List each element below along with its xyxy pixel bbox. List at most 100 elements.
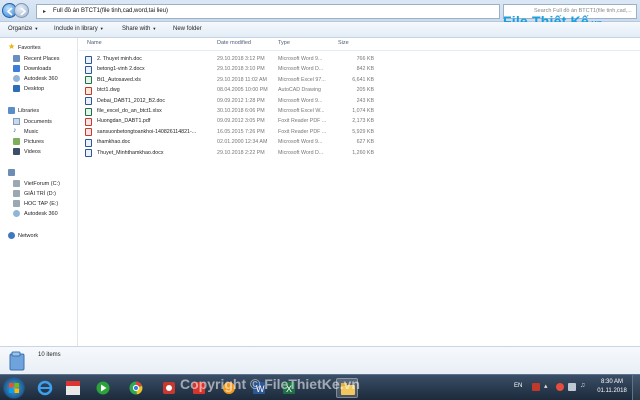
file-name: btct1.dwg bbox=[97, 87, 120, 94]
nav-item-recent-places[interactable]: Recent Places bbox=[0, 54, 78, 64]
cloud-icon bbox=[13, 210, 20, 217]
file-row[interactable]: thamkhao.doc 02.01.2000 12:34 AM Microsoft… bbox=[79, 137, 640, 147]
windows-logo-icon bbox=[9, 383, 19, 393]
file-size: 766 KB bbox=[356, 56, 374, 62]
file-name: 2. Thuyet minh.doc bbox=[97, 56, 142, 62]
nav-item-label: Videos bbox=[24, 148, 41, 155]
nav-item-autodesk-360[interactable]: Autodesk 360 bbox=[0, 74, 78, 84]
column-header-size[interactable]: Size bbox=[338, 40, 349, 46]
column-header-date[interactable]: Date modified bbox=[217, 40, 251, 46]
tray-flag-icon[interactable] bbox=[556, 383, 564, 391]
file-size: 842 KB bbox=[356, 66, 374, 73]
file-row[interactable]: Debai_DABT1_2012_B2.doc 09.09.2012 1:28 P… bbox=[79, 96, 640, 106]
forward-button[interactable] bbox=[14, 3, 29, 18]
libraries-icon bbox=[8, 107, 15, 114]
file-row[interactable]: file_excel_do_an_btct1.xlsx 30.10.2018 6:… bbox=[79, 106, 640, 116]
taskbar-app-red[interactable] bbox=[158, 378, 180, 398]
word-icon bbox=[85, 97, 92, 106]
nav-libraries-label: Libraries bbox=[18, 107, 40, 114]
file-size: 6,641 KB bbox=[352, 76, 374, 83]
file-date: 08.04.2005 10:00 PM bbox=[217, 87, 268, 94]
share-with-menu[interactable]: Share with ▼ bbox=[122, 26, 156, 32]
nav-item-label: Documents bbox=[24, 118, 52, 125]
nav-item-drive-e[interactable]: HOC TAP (E:) bbox=[0, 199, 78, 209]
chevron-right-icon: ▸ bbox=[43, 9, 47, 15]
share-with-label: Share with bbox=[122, 26, 151, 32]
file-type: Microsoft Word D... bbox=[278, 66, 324, 73]
computer-icon bbox=[8, 169, 15, 176]
nav-item-music[interactable]: ♪ Music bbox=[0, 127, 78, 137]
tray-expand-icon[interactable]: ▴ bbox=[544, 382, 552, 390]
file-row[interactable]: Huongdan_DABT1.pdf 09.09.2012 3:05 PM Foxi… bbox=[79, 116, 640, 126]
taskbar-internet-explorer[interactable] bbox=[34, 378, 56, 398]
file-date: 30.10.2018 6:06 PM bbox=[217, 108, 265, 114]
volume-icon[interactable]: ♫ bbox=[580, 382, 588, 390]
file-row[interactable]: 2. Thuyet minh.doc 29.10.2018 3:12 PM Micr… bbox=[79, 54, 640, 64]
file-name: betong1-vinh 2.docx bbox=[97, 66, 145, 73]
file-row[interactable]: btct1.dwg 08.04.2005 10:00 PM AutoCAD Draw… bbox=[79, 85, 640, 95]
pictures-icon bbox=[13, 138, 20, 145]
organize-menu[interactable]: Organize ▼ bbox=[8, 26, 38, 32]
nav-favorites[interactable]: ★ Favorites bbox=[0, 42, 78, 53]
nav-item-label: Pictures bbox=[24, 138, 44, 145]
pdf-icon bbox=[85, 117, 92, 126]
address-bar[interactable]: ▸ Full đồ án BTCT1(file tinh,cad,word,ta… bbox=[36, 4, 500, 19]
network-status-icon[interactable] bbox=[568, 383, 576, 391]
command-bar: Organize ▼ Include in library ▼ Share with… bbox=[0, 22, 640, 38]
file-date: 29.10.2018 11:02 AM bbox=[217, 76, 267, 83]
taskbar-calendar-app[interactable] bbox=[62, 378, 84, 398]
clock-date: 01.11.2018 bbox=[597, 388, 627, 394]
taskbar-media-player[interactable] bbox=[92, 378, 114, 398]
excel-icon bbox=[85, 107, 92, 116]
include-in-library-menu[interactable]: Include in library ▼ bbox=[54, 26, 104, 32]
file-date: 29.10.2018 3:10 PM bbox=[217, 66, 265, 73]
nav-item-documents[interactable]: Documents bbox=[0, 117, 78, 127]
chrome-icon bbox=[129, 381, 143, 395]
nav-computer[interactable] bbox=[0, 168, 78, 178]
nav-item-downloads[interactable]: Downloads bbox=[0, 64, 78, 74]
file-name: Debai_DABT1_2012_B2.doc bbox=[97, 97, 166, 104]
organize-label: Organize bbox=[8, 26, 33, 32]
nav-item-desktop[interactable]: Desktop bbox=[0, 84, 78, 94]
file-name: sansuonbetongtoankhoi-140826114821-... bbox=[97, 128, 197, 135]
nav-network[interactable]: Network bbox=[0, 231, 78, 241]
nav-item-pictures[interactable]: Pictures bbox=[0, 137, 78, 147]
file-row[interactable]: sansuonbetongtoankhoi-140826114821-... 16… bbox=[79, 127, 640, 137]
nav-item-label: Autodesk 360 bbox=[24, 75, 58, 82]
nav-item-autodesk-360-drive[interactable]: Autodesk 360 bbox=[0, 209, 78, 219]
new-folder-label: New folder bbox=[173, 26, 202, 32]
start-button[interactable] bbox=[2, 377, 26, 399]
file-date: 09.09.2012 3:05 PM bbox=[217, 118, 265, 125]
file-row[interactable]: Thuyet_Minhthamkhao.docx 29.10.2018 2:22 … bbox=[79, 148, 640, 158]
app-icon bbox=[163, 382, 175, 394]
file-row[interactable]: betong1-vinh 2.docx 29.10.2018 3:10 PM Mic… bbox=[79, 64, 640, 74]
navigation-pane: ★ Favorites Recent Places Downloads Auto… bbox=[0, 38, 78, 346]
dropdown-arrow-icon: ▼ bbox=[34, 26, 39, 31]
file-row[interactable]: Bt1_Autosaved.xls 29.10.2018 11:02 AM Micr… bbox=[79, 75, 640, 85]
taskbar-chrome[interactable] bbox=[125, 378, 147, 398]
column-header-name[interactable]: Name bbox=[87, 40, 102, 46]
file-name: Huongdan_DABT1.pdf bbox=[97, 118, 151, 125]
nav-item-label: GIẢI TRÍ (D:) bbox=[24, 190, 56, 197]
file-size: 205 KB bbox=[356, 87, 374, 94]
show-desktop-button[interactable] bbox=[632, 375, 640, 400]
dropdown-arrow-icon: ▼ bbox=[99, 26, 104, 31]
downloads-icon bbox=[13, 65, 20, 72]
nav-item-label: VietForum (C:) bbox=[24, 180, 60, 187]
nav-item-videos[interactable]: Videos bbox=[0, 147, 78, 157]
column-header-type[interactable]: Type bbox=[278, 40, 290, 46]
drive-icon bbox=[13, 200, 20, 207]
nav-libraries[interactable]: Libraries bbox=[0, 106, 78, 116]
videos-icon bbox=[13, 148, 20, 155]
details-pane: 10 items bbox=[0, 346, 640, 374]
nav-item-drive-c[interactable]: VietForum (C:) bbox=[0, 179, 78, 189]
new-folder-button[interactable]: New folder bbox=[173, 26, 202, 32]
language-indicator[interactable]: EN bbox=[514, 383, 522, 389]
calendar-icon bbox=[66, 381, 80, 395]
library-folder-icon bbox=[9, 351, 25, 371]
system-clock[interactable]: 8:30 AM 01.11.2018 bbox=[597, 378, 627, 396]
cloud-icon bbox=[13, 75, 20, 82]
nav-network-label: Network bbox=[18, 232, 39, 239]
tray-app-icon[interactable] bbox=[532, 383, 540, 391]
nav-item-drive-d[interactable]: GIẢI TRÍ (D:) bbox=[0, 189, 78, 199]
